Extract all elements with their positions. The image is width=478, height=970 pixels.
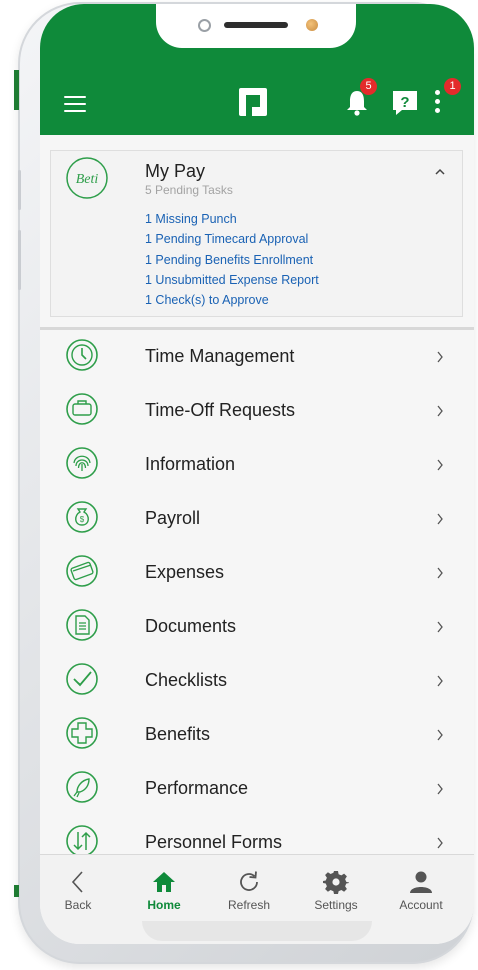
task-link-benefits-enrollment[interactable]: 1 Pending Benefits Enrollment: [145, 250, 319, 270]
pending-tasks-count: 5 Pending Tasks: [145, 183, 233, 197]
my-pay-card[interactable]: Beti My Pay 5 Pending Tasks 1 Missing Pu…: [50, 150, 463, 317]
logo-icon: [239, 88, 267, 116]
chevron-right-icon: [437, 837, 443, 849]
help-icon[interactable]: ?: [390, 88, 420, 118]
main-menu: Time Management Time-Off Requests Inform…: [40, 330, 474, 870]
nav-label: Back: [64, 898, 92, 912]
chevron-right-icon: [437, 405, 443, 417]
camera-icon: [198, 19, 211, 32]
fingerprint-icon: [66, 447, 98, 479]
chevron-right-icon: [437, 351, 443, 363]
nav-label: Account: [399, 898, 443, 912]
nav-settings[interactable]: Settings: [296, 869, 376, 912]
app-header: 5 ? 1: [40, 4, 474, 135]
edge-accent: [14, 885, 19, 897]
menu-item-label: Expenses: [145, 562, 225, 582]
nav-account[interactable]: Account: [381, 869, 461, 912]
transfer-arrows-icon: [66, 825, 98, 857]
menu-item-label: Performance: [145, 778, 249, 798]
menu-item-label: Information: [145, 454, 236, 474]
my-pay-title: My Pay: [145, 161, 206, 181]
menu-item-time-management[interactable]: Time Management: [40, 330, 474, 384]
chevron-right-icon: [437, 621, 443, 633]
chevron-right-icon: [437, 675, 443, 687]
chevron-right-icon: [437, 567, 443, 579]
nav-label: Settings: [314, 898, 358, 912]
medical-cross-icon: [66, 717, 98, 749]
gear-icon: [323, 871, 349, 894]
credit-card-icon: [66, 555, 98, 587]
menu-item-label: Documents: [145, 616, 237, 636]
phone-side-button: [18, 170, 21, 210]
nav-label: Home: [147, 898, 181, 912]
app-screen: 5 ? 1 Beti My Pay 5 Pending Tasks 1 Miss…: [40, 4, 474, 944]
menu-item-time-off-requests[interactable]: Time-Off Requests: [40, 384, 474, 438]
user-icon: [410, 871, 432, 893]
chevron-right-icon: [437, 729, 443, 741]
nav-home[interactable]: Home: [124, 869, 204, 912]
notification-badge: 5: [360, 78, 377, 95]
menu-item-label: Time Management: [145, 346, 295, 366]
chevron-right-icon: [437, 513, 443, 525]
suitcase-icon: [66, 393, 98, 425]
speaker-icon: [224, 22, 288, 28]
rocket-icon: [66, 771, 98, 803]
task-link-missing-punch[interactable]: 1 Missing Punch: [145, 209, 319, 229]
menu-item-documents[interactable]: Documents: [40, 600, 474, 654]
menu-item-label: Time-Off Requests: [145, 400, 296, 420]
task-list: 1 Missing Punch 1 Pending Timecard Appro…: [145, 209, 319, 310]
menu-icon[interactable]: [64, 96, 86, 117]
menu-item-information[interactable]: Information: [40, 438, 474, 492]
home-icon: [153, 872, 175, 892]
svg-text:Beti: Beti: [76, 172, 99, 187]
menu-item-label: Payroll: [145, 508, 201, 528]
bottom-nav: Back Home Refresh Settings Account: [40, 854, 474, 944]
refresh-icon: [240, 871, 258, 891]
svg-text:?: ?: [400, 94, 409, 111]
checklist-icon: [66, 663, 98, 695]
menu-item-benefits[interactable]: Benefits: [40, 708, 474, 762]
more-vertical-icon[interactable]: [435, 90, 441, 116]
menu-item-label: Personnel Forms: [145, 832, 283, 852]
sensor-icon: [306, 19, 318, 31]
chevron-up-icon[interactable]: [433, 165, 447, 179]
chevron-right-icon: [437, 459, 443, 471]
home-indicator: [142, 921, 372, 941]
chevron-right-icon: [437, 783, 443, 795]
nav-refresh[interactable]: Refresh: [209, 869, 289, 912]
task-link-expense-report[interactable]: 1 Unsubmitted Expense Report: [145, 270, 319, 290]
phone-notch: [156, 4, 356, 48]
menu-item-performance[interactable]: Performance: [40, 762, 474, 816]
task-link-timecard-approval[interactable]: 1 Pending Timecard Approval: [145, 229, 319, 249]
more-badge: 1: [444, 78, 461, 95]
phone-frame: 5 ? 1 Beti My Pay 5 Pending Tasks 1 Miss…: [0, 0, 478, 970]
svg-text:$: $: [80, 515, 85, 524]
menu-item-expenses[interactable]: Expenses: [40, 546, 474, 600]
menu-item-label: Checklists: [145, 670, 228, 690]
menu-item-payroll[interactable]: $ Payroll: [40, 492, 474, 546]
phone-side-button: [18, 230, 21, 290]
nav-label: Refresh: [227, 898, 271, 912]
document-icon: [66, 609, 98, 641]
menu-item-checklists[interactable]: Checklists: [40, 654, 474, 708]
task-link-check-approve[interactable]: 1 Check(s) to Approve: [145, 290, 319, 310]
clock-icon: [66, 339, 98, 371]
nav-back[interactable]: Back: [40, 869, 118, 912]
beti-icon: Beti: [66, 157, 108, 199]
money-bag-icon: $: [66, 501, 98, 533]
edge-accent: [14, 70, 19, 110]
menu-item-label: Benefits: [145, 724, 211, 744]
back-icon: [71, 871, 83, 893]
